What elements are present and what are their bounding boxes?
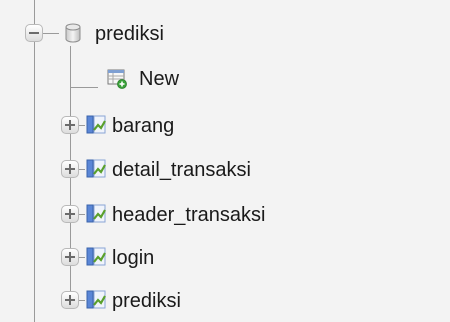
table-name[interactable]: prediksi xyxy=(112,290,181,312)
table-name[interactable]: header_transaksi xyxy=(112,204,265,226)
database-name[interactable]: prediksi xyxy=(95,23,164,45)
expand-table-toggle[interactable] xyxy=(61,248,79,266)
table-icon[interactable] xyxy=(85,288,107,310)
table-name[interactable]: login xyxy=(112,247,154,269)
plus-icon-vertical xyxy=(69,120,71,130)
plus-icon-vertical xyxy=(69,295,71,305)
table-name[interactable]: detail_transaksi xyxy=(112,159,251,181)
plus-icon-vertical xyxy=(69,252,71,262)
table-name[interactable]: barang xyxy=(112,115,174,137)
expand-table-toggle[interactable] xyxy=(61,116,79,134)
new-table-icon[interactable] xyxy=(106,67,128,89)
database-icon[interactable] xyxy=(62,22,84,44)
plus-icon-vertical xyxy=(69,164,71,174)
tree-root-line xyxy=(34,0,35,322)
table-icon[interactable] xyxy=(85,202,107,224)
minus-icon xyxy=(29,32,39,34)
new-item-label[interactable]: New xyxy=(139,68,179,90)
tree-connector xyxy=(70,87,98,88)
expand-table-toggle[interactable] xyxy=(61,160,79,178)
expand-table-toggle[interactable] xyxy=(61,291,79,309)
table-icon[interactable] xyxy=(85,157,107,179)
tree-connector xyxy=(43,33,59,34)
table-icon[interactable] xyxy=(85,245,107,267)
collapse-database-toggle[interactable] xyxy=(25,24,43,42)
navigation-tree: prediksi New barang detail_transaksi hea… xyxy=(0,0,450,322)
plus-icon-vertical xyxy=(69,209,71,219)
table-icon[interactable] xyxy=(85,113,107,135)
expand-table-toggle[interactable] xyxy=(61,205,79,223)
